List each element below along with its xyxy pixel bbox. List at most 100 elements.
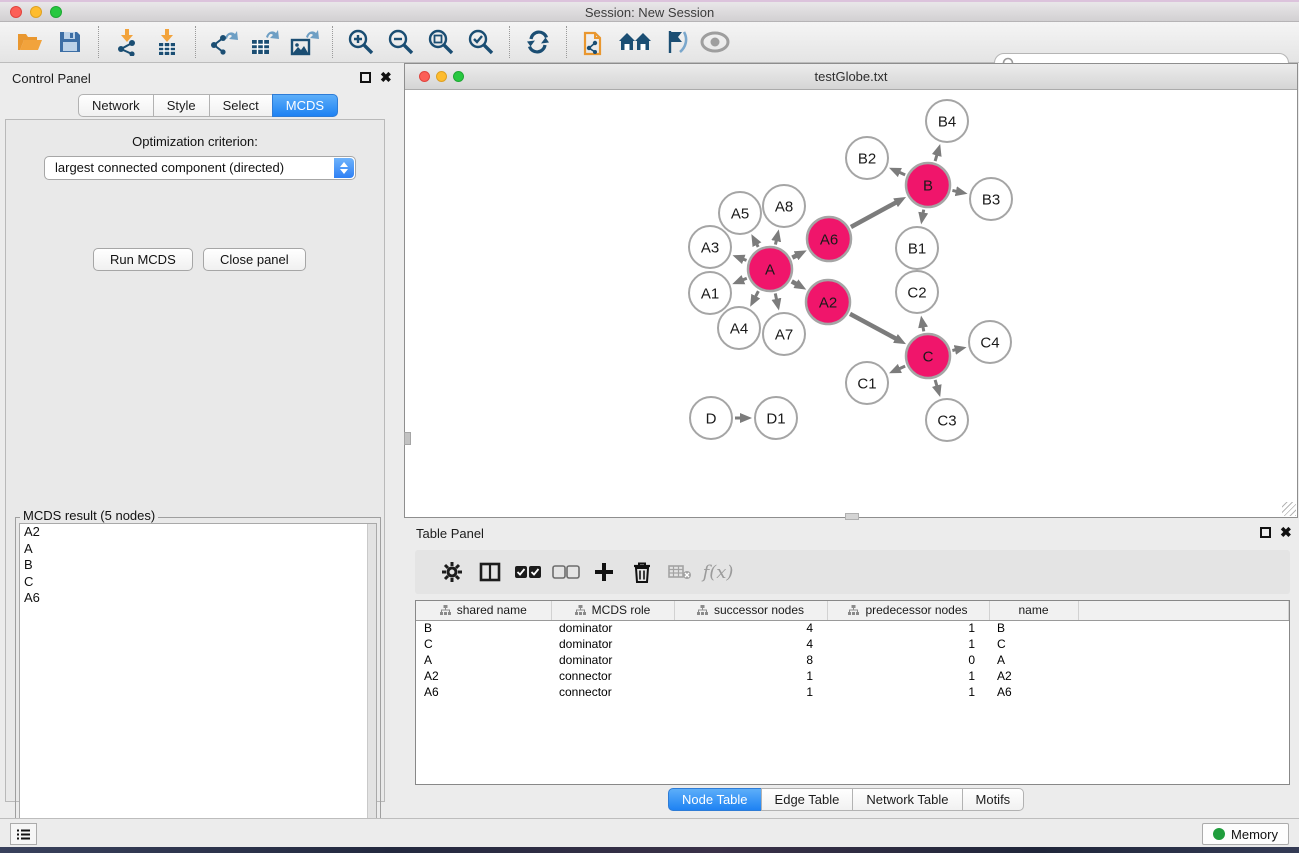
table-cell[interactable]: 1 [827,684,989,700]
column-visibility-icon[interactable] [471,557,509,587]
table-row[interactable]: A6connector11A6 [416,684,1289,700]
table-cell[interactable]: A [416,652,551,668]
delete-columns-icon[interactable] [623,557,661,587]
hide-selected-icon[interactable] [655,25,695,59]
network-window-titlebar[interactable]: testGlobe.txt [405,64,1297,90]
zoom-in-icon[interactable] [341,25,381,59]
zoom-out-icon[interactable] [381,25,421,59]
tab-mcds[interactable]: MCDS [272,94,338,117]
open-file-icon[interactable] [10,25,50,59]
table-cell[interactable]: A2 [989,668,1078,684]
save-session-icon[interactable] [50,25,90,59]
graph-edge-A-A3[interactable] [743,259,747,260]
graph-edge-B-B4[interactable] [935,155,937,161]
mcds-result-item[interactable]: A [20,541,376,558]
memory-button[interactable]: Memory [1202,823,1289,845]
column-header-successor-nodes[interactable]: successor nodes [674,601,827,620]
float-panel-icon[interactable] [360,72,371,83]
export-table-icon[interactable] [244,25,284,59]
table-cell[interactable]: 1 [674,684,827,700]
table-cell[interactable]: C [416,636,551,652]
run-mcds-button[interactable]: Run MCDS [93,248,193,271]
table-cell[interactable]: connector [551,668,674,684]
export-network-icon[interactable] [204,25,244,59]
graph-edge-C-C1[interactable] [899,366,905,369]
graph-edge-A-A8[interactable] [775,240,776,244]
graph-edge-A6-B[interactable] [851,202,896,227]
import-network-icon[interactable] [107,25,147,59]
deselect-all-checkboxes-icon[interactable] [547,557,585,587]
create-column-icon[interactable] [585,557,623,587]
mcds-result-item[interactable]: A6 [20,590,376,607]
mcds-result-item[interactable]: A2 [20,524,376,541]
table-row[interactable]: Adominator80A [416,652,1289,668]
tab-network[interactable]: Network [78,94,154,117]
table-cell[interactable]: 8 [674,652,827,668]
graph-edge-B-B3[interactable] [952,190,956,191]
close-table-panel-icon[interactable]: ✖ [1280,527,1292,538]
table-cell[interactable]: dominator [551,636,674,652]
table-cell[interactable]: B [416,620,551,636]
graph-edge-B-B1[interactable] [923,210,924,214]
graph-edge-C-C2[interactable] [923,326,924,331]
show-panels-button[interactable] [10,823,37,845]
zoom-fit-icon[interactable] [421,25,461,59]
open-session-from-file-icon[interactable] [575,25,615,59]
tab-motifs[interactable]: Motifs [962,788,1025,811]
refresh-icon[interactable] [518,25,558,59]
table-cell[interactable]: C [989,636,1078,652]
table-cell[interactable]: 0 [827,652,989,668]
home-view-icon[interactable] [615,25,655,59]
table-row[interactable]: A2connector11A2 [416,668,1289,684]
graph-edge-A-A4[interactable] [755,291,758,297]
table-cell[interactable]: 1 [674,668,827,684]
close-panel-icon[interactable]: ✖ [380,72,392,83]
table-cell[interactable]: 1 [827,636,989,652]
table-cell[interactable]: dominator [551,620,674,636]
graph-edge-A-A2[interactable] [792,281,797,284]
mcds-result-item[interactable]: B [20,557,376,574]
float-table-panel-icon[interactable] [1260,527,1271,538]
tab-network-table[interactable]: Network Table [852,788,962,811]
export-image-icon[interactable] [284,25,324,59]
table-cell[interactable]: A2 [416,668,551,684]
graph-edge-A2-C[interactable] [850,314,896,339]
tab-node-table[interactable]: Node Table [668,788,762,811]
table-cell[interactable]: 1 [827,668,989,684]
table-cell[interactable]: A [989,652,1078,668]
tab-edge-table[interactable]: Edge Table [761,788,854,811]
import-table-icon[interactable] [147,25,187,59]
close-panel-button[interactable]: Close panel [203,248,306,271]
zoom-selected-icon[interactable] [461,25,501,59]
column-header-predecessor-nodes[interactable]: predecessor nodes [827,601,989,620]
graph-edge-B-B2[interactable] [899,172,905,175]
graph-edge-A-A7[interactable] [775,293,776,299]
vertical-scroll-indicator[interactable] [404,432,411,445]
column-header-mcds-role[interactable]: MCDS role [551,601,674,620]
graph-edge-C-C4[interactable] [952,350,955,351]
mcds-result-list[interactable]: A2ABCA6 [19,523,377,849]
select-all-checkboxes-icon[interactable] [509,557,547,587]
table-cell[interactable]: 4 [674,636,827,652]
tab-select[interactable]: Select [209,94,273,117]
table-cell[interactable]: 1 [827,620,989,636]
optimization-criterion-select[interactable]: largest connected component (directed) [44,156,356,180]
graph-edge-A-A5[interactable] [757,244,759,247]
table-cell[interactable]: connector [551,684,674,700]
column-header-shared-name[interactable]: shared name [416,601,551,620]
tab-style[interactable]: Style [153,94,210,117]
table-options-icon[interactable] [433,557,471,587]
table-cell[interactable]: dominator [551,652,674,668]
mcds-list-scrollbar[interactable] [367,524,376,848]
table-cell[interactable]: B [989,620,1078,636]
graph-edge-C-C3[interactable] [935,380,937,386]
graph-edge-A-A6[interactable] [792,255,797,257]
mcds-result-item[interactable]: C [20,574,376,591]
graph-edge-A-A1[interactable] [742,278,746,280]
table-row[interactable]: Bdominator41B [416,620,1289,636]
network-canvas[interactable]: AA1A2A3A4A5A6A7A8BB1B2B3B4CC1C2C3C4DD1 [405,90,1297,517]
show-all-icon[interactable] [695,25,735,59]
table-cell[interactable]: 4 [674,620,827,636]
table-cell[interactable]: A6 [416,684,551,700]
column-header-name[interactable]: name [989,601,1078,620]
